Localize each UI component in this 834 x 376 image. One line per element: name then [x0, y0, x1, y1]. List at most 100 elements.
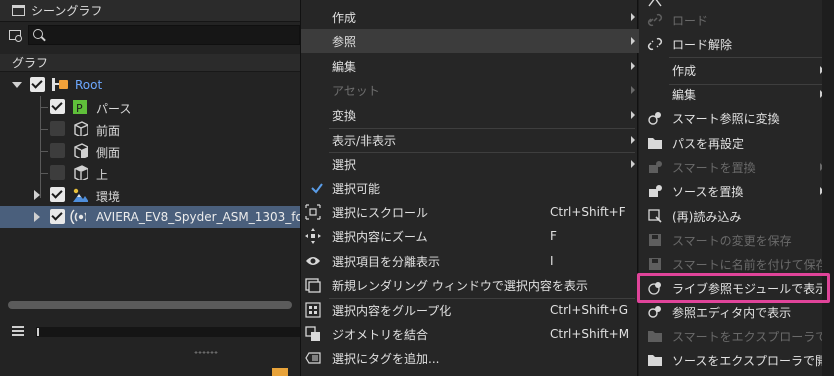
- submenu-item-label: ソースをエクスプローラで開く: [672, 353, 834, 368]
- svg-text:P: P: [76, 102, 83, 114]
- highlight-annotation-box: [637, 273, 830, 303]
- timeline-slider[interactable]: [36, 327, 300, 337]
- menu-item-shortcut: Ctrl+Shift+F: [550, 205, 626, 219]
- environment-icon: [73, 188, 88, 202]
- submenu-item-label: 参照エディタ内で表示: [672, 305, 792, 320]
- visibility-checkbox[interactable]: [30, 77, 45, 92]
- submenu-item-label: ロード解除: [672, 37, 733, 52]
- camera-top-icon: [74, 165, 88, 180]
- menu-item-shortcut: Ctrl+Shift+M: [550, 327, 630, 341]
- menu-item-isolate-selection[interactable]: 選択項目を分離表示 I: [301, 249, 639, 273]
- visibility-checkbox[interactable]: [50, 99, 65, 114]
- submenu-item-save-smart-changes[interactable]: スマートの変更を保存: [639, 228, 834, 252]
- visibility-checkbox[interactable]: [50, 165, 65, 180]
- tree-row-environment[interactable]: 環境: [0, 184, 300, 206]
- tree-branch-line: [40, 173, 48, 174]
- graph-column-header: グラフ: [0, 54, 300, 72]
- tree-row-side[interactable]: 側面: [0, 140, 300, 162]
- expand-arrow-icon[interactable]: [12, 82, 22, 88]
- expand-arrow-icon[interactable]: [34, 212, 40, 222]
- menu-item-label: 選択にタグを追加...: [332, 351, 440, 366]
- submenu-item-label: パスを再設定: [672, 136, 745, 151]
- resize-grip-icon[interactable]: [194, 351, 218, 354]
- tree-row-front[interactable]: 前面: [0, 118, 300, 140]
- tree-row-label: Root: [75, 78, 103, 92]
- submenu-item-label: スマート参照に変換: [672, 111, 780, 126]
- menu-item-select[interactable]: 選択: [301, 152, 639, 176]
- menu-item-label: アセット: [332, 83, 380, 98]
- horizontal-scrollbar[interactable]: [8, 301, 292, 309]
- folder-open-icon: [647, 352, 663, 368]
- panel-title-bar: シーングラフ: [0, 0, 300, 22]
- menu-item-asset[interactable]: アセット: [301, 78, 639, 102]
- camera-perspective-icon: P: [73, 100, 87, 114]
- menu-item-show-in-new-render-window[interactable]: 新規レンダリング ウィンドウで選択内容を表示: [301, 273, 639, 297]
- menu-item-label: 編集: [332, 59, 357, 74]
- menu-icon[interactable]: [12, 326, 24, 336]
- tree-row-top[interactable]: 上: [0, 162, 300, 184]
- menu-item-edit[interactable]: 編集: [301, 54, 639, 78]
- root-node-icon: [52, 78, 68, 91]
- filter-icon[interactable]: [8, 28, 22, 42]
- visibility-checkbox[interactable]: [50, 209, 65, 224]
- menu-item-add-tag[interactable]: 選択にタグを追加...: [301, 346, 639, 370]
- menu-item-selectable[interactable]: 選択可能: [301, 176, 639, 200]
- submenu-item-label: ソースを置換: [672, 184, 744, 199]
- tree-row-label: 側面: [96, 146, 121, 160]
- search-input[interactable]: [28, 25, 300, 45]
- menu-item-create[interactable]: 作成: [301, 5, 639, 29]
- camera-side-icon: [74, 143, 88, 158]
- submenu-item-open-source-in-explorer[interactable]: ソースをエクスプローラで開く: [639, 348, 834, 372]
- tree-row-label: パース: [96, 102, 132, 116]
- submenu-item-replace-smart[interactable]: スマートを置換: [639, 155, 834, 179]
- tree-row-perspective[interactable]: P パース: [0, 96, 300, 118]
- scene-graph-icon: [12, 5, 25, 16]
- submenu-item-replace-source[interactable]: ソースを置換: [639, 179, 834, 203]
- menu-item-transform[interactable]: 変換: [301, 103, 639, 127]
- menu-item-scroll-to-selection[interactable]: 選択にスクロール Ctrl+Shift+F: [301, 200, 639, 224]
- search-icon: [33, 29, 45, 41]
- visibility-checkbox[interactable]: [50, 121, 65, 136]
- submenu-item-label: (再)読み込み: [672, 209, 742, 224]
- folder-open-icon: [647, 328, 663, 344]
- zoom-to-selection-icon: [305, 228, 321, 244]
- tree-row-root[interactable]: Root: [0, 74, 300, 96]
- menu-item-show-hide[interactable]: 表示/非表示: [301, 128, 639, 152]
- tag-icon: [305, 350, 321, 366]
- visibility-checkbox[interactable]: [50, 187, 65, 202]
- menu-item-zoom-to-selection[interactable]: 選択内容にズーム F: [301, 224, 639, 248]
- submenu-item-reload[interactable]: (再)読み込み: [639, 204, 834, 228]
- submenu-arrow-icon: [631, 37, 635, 45]
- checkmark-icon: [309, 180, 325, 196]
- submenu-item-convert-to-smart[interactable]: スマート参照に変換: [639, 106, 834, 130]
- submenu-item-load[interactable]: ロード: [639, 8, 834, 32]
- submenu-arrow-icon: [631, 136, 635, 144]
- menu-item-label: 選択項目を分離表示: [332, 254, 441, 269]
- submenu-item-unload[interactable]: ロード解除: [639, 32, 834, 56]
- menu-item-group-selection[interactable]: 選択内容をグループ化 Ctrl+Shift+G: [301, 298, 639, 322]
- link-icon: [647, 12, 663, 28]
- graph-header-label: グラフ: [12, 56, 49, 70]
- tree-row-label: 上: [96, 168, 109, 182]
- unlink-icon: [647, 36, 663, 52]
- expand-arrow-icon[interactable]: [34, 190, 40, 200]
- submenu-item-edit[interactable]: 編集: [639, 82, 834, 106]
- submenu-item-label: 編集: [672, 87, 697, 102]
- menu-item-merge-geometry[interactable]: ジオメトリを結合 Ctrl+Shift+M: [301, 322, 639, 346]
- group-icon: [305, 302, 321, 318]
- tree-branch-line: [40, 107, 48, 108]
- submenu-item-show-in-reference-editor[interactable]: 参照エディタ内で表示: [639, 300, 834, 324]
- tree-row-reference[interactable]: AVIERA_EV8_Spyder_ASM_1303_for_VR: [0, 206, 330, 228]
- submenu-item-create[interactable]: 作成: [639, 58, 834, 82]
- submenu-item-open-smart-in-explorer[interactable]: スマートをエクスプローラで開く: [639, 324, 834, 348]
- render-window-icon: [305, 277, 321, 293]
- submenu-item-label: スマートをエクスプローラで開く: [672, 329, 834, 344]
- submenu-arrow-icon: [631, 62, 635, 70]
- menu-item-shortcut: I: [550, 254, 554, 268]
- menu-item-label: 作成: [332, 10, 357, 25]
- submenu-item-repath[interactable]: パスを再設定: [639, 131, 834, 155]
- menu-item-label: 選択可能: [332, 181, 381, 196]
- visibility-checkbox[interactable]: [50, 143, 65, 158]
- live-reference-icon: [70, 209, 86, 224]
- menu-item-reference[interactable]: 参照: [301, 29, 639, 53]
